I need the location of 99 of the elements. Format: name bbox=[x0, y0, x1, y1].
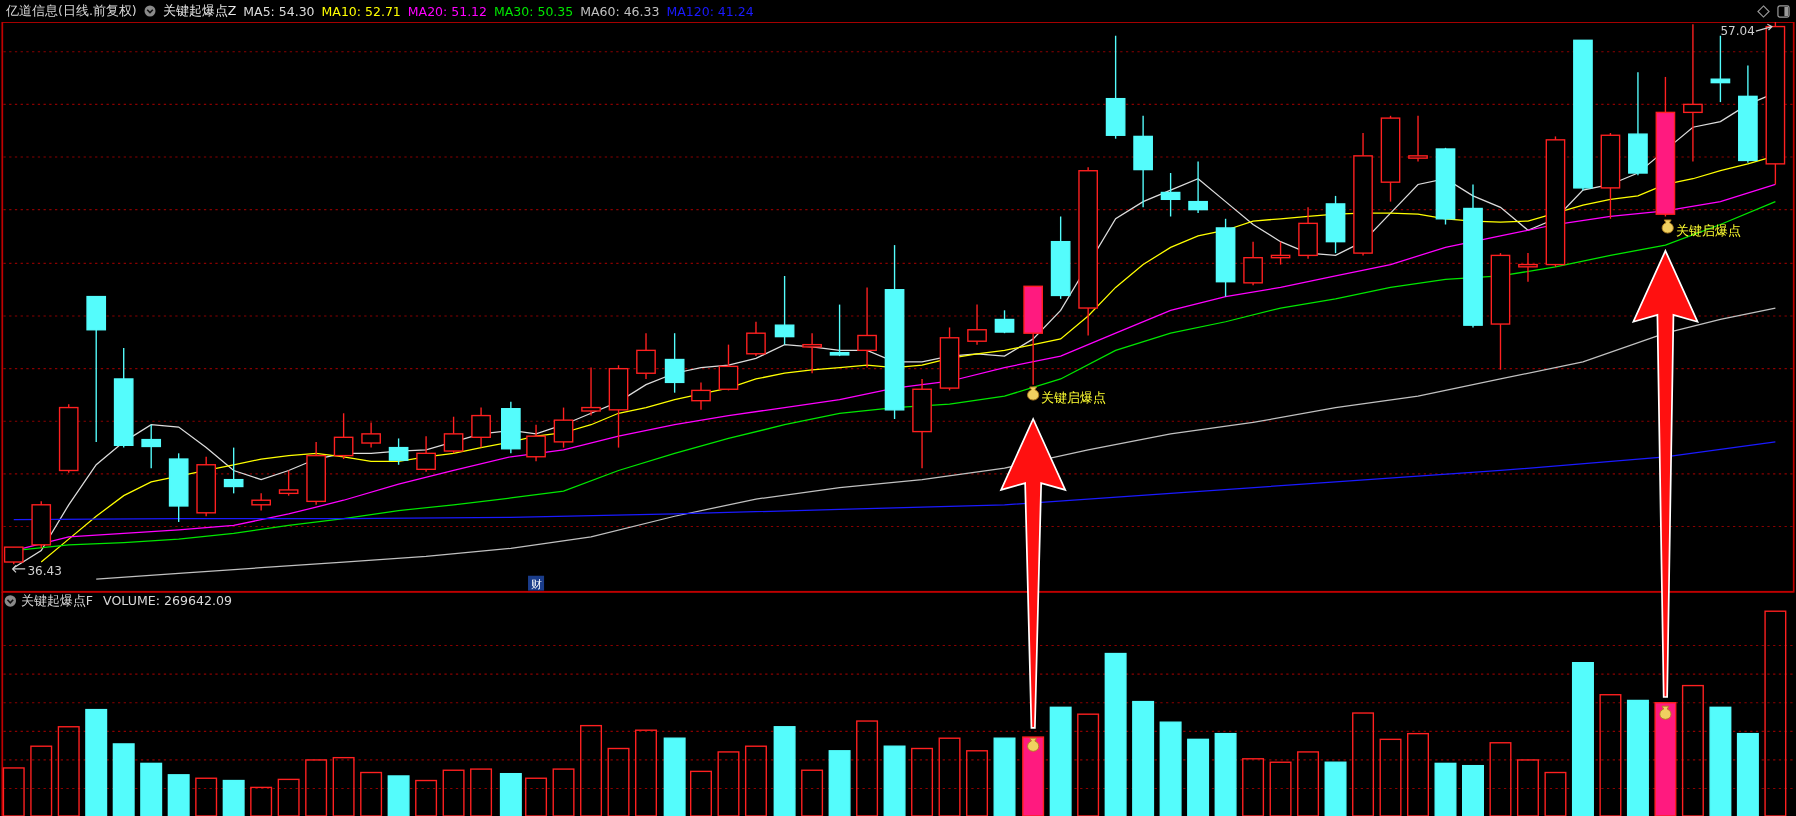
volume-bar bbox=[1517, 759, 1539, 816]
candlestick bbox=[994, 309, 1015, 334]
price-label: 36.43 bbox=[27, 563, 62, 578]
candlestick bbox=[416, 435, 436, 473]
indicator-name: 关键起爆点Z bbox=[162, 2, 237, 20]
candlestick bbox=[581, 366, 601, 417]
volume-bar bbox=[1297, 751, 1320, 816]
leader-line bbox=[1755, 23, 1773, 32]
candlestick bbox=[1710, 35, 1731, 103]
volume-bar bbox=[387, 775, 410, 816]
volume-bar bbox=[2, 767, 25, 816]
moving-average-value: MA5: 54.30 bbox=[243, 3, 315, 19]
candlestick bbox=[1270, 241, 1291, 266]
volume-bar bbox=[1434, 762, 1457, 816]
candlestick bbox=[553, 406, 574, 449]
moving-average-value: MA30: 50.35 bbox=[494, 3, 574, 19]
volume-bar bbox=[883, 745, 906, 816]
candlestick bbox=[471, 406, 491, 449]
candlestick bbox=[1188, 160, 1208, 214]
volume-bar bbox=[1324, 761, 1347, 816]
diamond-icon[interactable] bbox=[1757, 4, 1770, 18]
window-title: 亿道信息(日线.前复权) bbox=[6, 2, 137, 20]
candlestick bbox=[718, 343, 739, 392]
finance-badge[interactable]: 财 bbox=[528, 575, 545, 591]
volume-bar bbox=[360, 771, 383, 816]
signal-label: 关键启爆点 bbox=[1041, 389, 1107, 405]
moving-average-value: MA20: 51.12 bbox=[407, 3, 487, 19]
volume-bar bbox=[222, 779, 245, 816]
arrow-icon bbox=[11, 564, 26, 573]
candlestick bbox=[829, 303, 850, 357]
volume-bar bbox=[140, 762, 163, 816]
volume-bar bbox=[305, 759, 328, 816]
volume-bar bbox=[195, 777, 218, 816]
candlestick bbox=[168, 452, 189, 523]
moving-average-value: MA10: 52.71 bbox=[321, 3, 401, 19]
volume-value: VOLUME: 269642.09 bbox=[103, 593, 233, 609]
candlestick bbox=[1518, 252, 1538, 283]
candlestick bbox=[501, 401, 521, 454]
volume-bar bbox=[250, 786, 273, 816]
volume-bar bbox=[167, 774, 190, 816]
candlestick bbox=[1160, 172, 1181, 218]
candlestick bbox=[1325, 195, 1346, 254]
money-bag-icon bbox=[1659, 705, 1672, 720]
volume-bar bbox=[801, 769, 824, 816]
volume-bar bbox=[277, 778, 300, 816]
candlestick bbox=[141, 424, 162, 469]
candlestick bbox=[1298, 206, 1318, 260]
candlestick bbox=[802, 332, 822, 374]
money-bag-icon bbox=[1661, 219, 1674, 234]
volume-bar bbox=[1242, 758, 1265, 816]
candlestick bbox=[223, 446, 244, 495]
candlestick bbox=[636, 332, 656, 380]
dropdown-icon[interactable] bbox=[4, 595, 17, 607]
volume-bar bbox=[30, 745, 53, 816]
volume-bar bbox=[828, 750, 851, 816]
candlestick bbox=[1243, 241, 1263, 286]
candlestick bbox=[388, 437, 409, 466]
candlestick bbox=[31, 500, 52, 549]
volume-bar bbox=[332, 756, 355, 816]
volume-bar bbox=[499, 773, 522, 816]
volume-bar bbox=[690, 770, 712, 816]
candlestick bbox=[278, 469, 299, 497]
dropdown-icon[interactable] bbox=[143, 5, 156, 17]
candlestick bbox=[3, 546, 24, 565]
volume-bar bbox=[525, 777, 548, 816]
money-bag-icon bbox=[1027, 386, 1040, 401]
candlestick bbox=[746, 321, 766, 357]
volume-bar bbox=[966, 750, 989, 816]
candlestick bbox=[443, 416, 464, 454]
candlestick bbox=[526, 424, 546, 462]
volume-bar bbox=[911, 747, 934, 816]
volume-bar bbox=[744, 745, 767, 816]
moving-average-value: MA120: 41.24 bbox=[666, 3, 754, 19]
panel-toggle-icon[interactable] bbox=[1777, 4, 1790, 18]
volume-bar bbox=[717, 751, 740, 816]
money-bag-icon bbox=[1027, 737, 1040, 752]
candlestick bbox=[361, 421, 381, 449]
moving-average-value: MA60: 46.33 bbox=[580, 3, 660, 19]
candlestick bbox=[664, 332, 685, 394]
price-label: 57.04 bbox=[1720, 23, 1755, 38]
volume-bar bbox=[415, 779, 438, 816]
candlestick bbox=[1408, 115, 1428, 163]
indicator-name: 关键起爆点F bbox=[20, 593, 93, 609]
candlestick bbox=[196, 456, 217, 517]
candlestick bbox=[967, 303, 987, 346]
volume-bar bbox=[1544, 771, 1567, 816]
volume-bar bbox=[1462, 764, 1484, 816]
candlestick bbox=[333, 412, 354, 460]
candlestick bbox=[691, 381, 711, 411]
candlestick bbox=[58, 403, 79, 474]
volume-bar bbox=[607, 747, 630, 816]
volume-bar bbox=[470, 768, 493, 816]
volume-bar bbox=[552, 768, 575, 816]
volume-bar bbox=[1269, 761, 1292, 816]
candlestick bbox=[306, 441, 326, 506]
candlestick bbox=[774, 275, 795, 346]
candlestick bbox=[251, 492, 271, 512]
candlestick bbox=[939, 326, 960, 392]
volume-bar bbox=[442, 769, 465, 816]
